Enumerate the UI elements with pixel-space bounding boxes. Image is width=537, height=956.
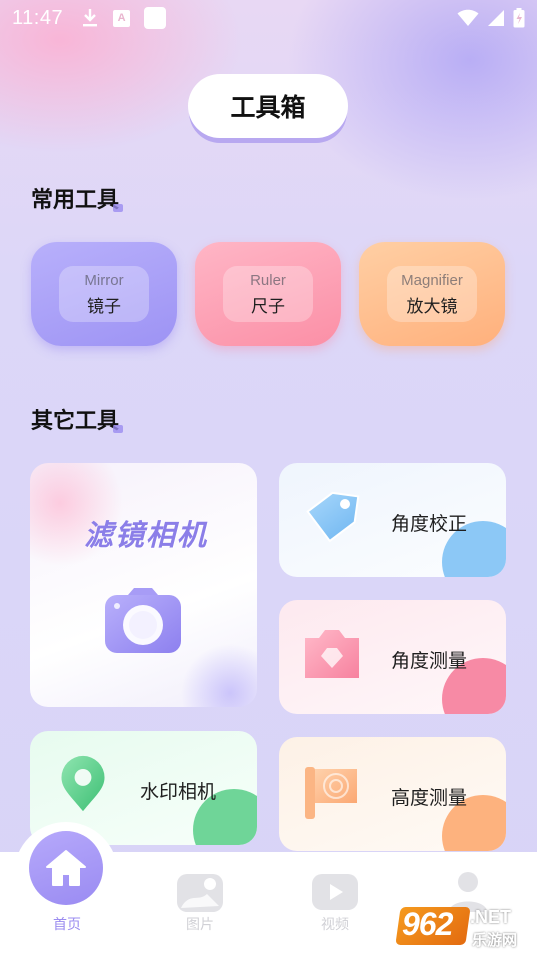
angle-measure-label: 角度测量 [391,650,468,672]
page-title: 工具箱 [188,74,348,138]
mirror-tool-en: Mirror [84,271,124,289]
ruler-tool-label-box: Ruler 尺子 [223,266,313,322]
status-bar: 11:47 A [0,0,537,36]
protractor-icon [305,630,359,678]
other-tools-heading: 其它工具 [31,403,124,435]
nav-image-label[interactable]: 图片 [170,914,230,934]
magnifier-tool-en: Magnifier [401,271,463,289]
mirror-tool-card[interactable]: Mirror 镜子 [31,242,177,346]
magnifier-tool-label-box: Magnifier 放大镜 [387,266,477,322]
ruler-tool-en: Ruler [250,271,286,289]
site-watermark: 962 .NET 乐游网 [395,903,532,951]
tag-icon [306,491,360,543]
watermark-camera-label: 水印相机 [140,781,217,803]
home-icon [46,850,86,886]
filter-camera-title: 滤镜相机 [84,518,209,552]
signal-icon [488,10,504,26]
common-tools-heading: 常用工具 [31,182,124,214]
magnifier-tool-card[interactable]: Magnifier 放大镜 [359,242,505,346]
nav-home-label[interactable]: 首页 [37,914,97,934]
nav-home-button[interactable] [29,831,103,905]
height-measure-card[interactable]: 高度测量 [279,737,506,851]
watermark-cn: 乐游网 [472,931,518,949]
height-measure-label: 高度测量 [391,787,468,809]
a-icon: A [113,9,131,27]
mirror-tool-cn: 镜子 [87,296,121,317]
square-icon [144,7,167,29]
camera-icon [105,588,181,653]
angle-correction-label: 角度校正 [391,513,468,535]
nav-video-label[interactable]: 视频 [305,914,365,934]
other-tools-title: 其它工具 [31,409,120,434]
status-time: 11:47 [12,6,64,29]
image-icon[interactable] [177,872,223,912]
common-tools-title: 常用工具 [31,188,120,213]
heading-highlight [113,425,124,433]
video-icon[interactable] [312,872,358,912]
ruler-tool-card[interactable]: Ruler 尺子 [195,242,341,346]
heading-highlight [113,204,124,212]
watermark-suffix: .NET [470,907,512,927]
angle-correction-card[interactable]: 角度校正 [279,463,506,577]
mirror-tool-label-box: Mirror 镜子 [59,266,149,322]
battery-icon [513,8,525,28]
ruler-tool-cn: 尺子 [251,296,285,317]
angle-measure-card[interactable]: 角度测量 [279,600,506,714]
location-pin-icon [61,755,105,812]
watermark-number: 962 [402,906,453,942]
wifi-icon [457,9,479,26]
magnifier-tool-cn: 放大镜 [406,296,458,317]
flag-icon [305,767,357,819]
download-icon [83,9,98,27]
filter-camera-card[interactable]: 滤镜相机 [30,463,257,707]
